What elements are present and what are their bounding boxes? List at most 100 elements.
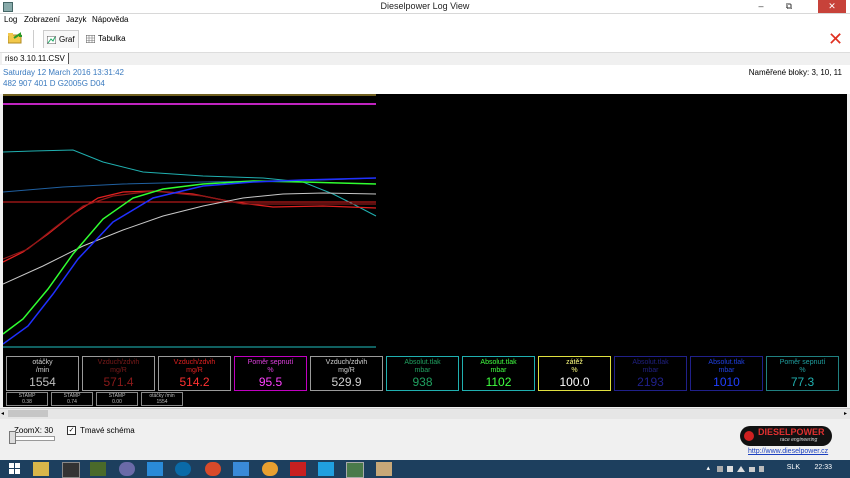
file-tab[interactable]: riso 3.10.11.CSV — [2, 53, 69, 64]
toolbar-separator — [33, 30, 34, 48]
scrollbar-thumb[interactable] — [8, 410, 48, 417]
table-icon — [86, 34, 95, 43]
gauge-unit: mg/R — [338, 367, 355, 374]
menu-jazyk[interactable]: Jazyk — [66, 15, 86, 24]
scroll-right-arrow-icon[interactable]: ▸ — [844, 410, 847, 417]
mini-gauge-value: 0.00 — [112, 399, 122, 405]
tab-graf-label: Graf — [59, 35, 75, 44]
zoom-label: ZoomX: 30 — [14, 426, 54, 435]
open-folder-button[interactable] — [7, 32, 22, 44]
gauge-label: Absolut.tlak — [632, 359, 669, 366]
logo-sub-text: race engineering — [780, 437, 818, 443]
close-file-button[interactable]: ✕ — [828, 29, 843, 49]
gauge-vzduch-zdvih-2[interactable]: Vzduch/zdvih mg/R 514.2 — [158, 356, 231, 391]
tray-clock[interactable]: 22:33 — [814, 464, 832, 471]
toolbar: Graf Tabulka ✕ — [0, 26, 850, 53]
zoom-slider-thumb[interactable] — [9, 431, 16, 444]
dieselpower-taskbar-icon[interactable] — [346, 462, 364, 478]
app-taskbar-icon-2[interactable] — [90, 462, 106, 476]
website-link[interactable]: http://www.dieselpower.cz — [748, 448, 828, 455]
gauge-unit: /min — [35, 367, 50, 374]
app-taskbar-icon-5[interactable] — [233, 462, 249, 476]
gauge-unit: % — [799, 367, 806, 374]
gauge-value: 95.5 — [258, 375, 283, 389]
gauge-value: 529.9 — [331, 375, 362, 389]
dark-scheme-label: Tmavé schéma — [80, 426, 135, 435]
gauge-vzduch-zdvih-3[interactable]: Vzduch/zdvih mg/R 529.9 — [310, 356, 383, 391]
app-taskbar-icon-6[interactable] — [262, 462, 278, 476]
tab-tabulka[interactable]: Tabulka — [83, 30, 129, 47]
gauge-value: 100.0 — [559, 375, 590, 389]
measured-blocks: Naměřené bloky: 3, 10, 11 — [748, 68, 842, 77]
graph-area[interactable]: otáčky /min 1554 Vzduch/zdvih mg/R 571.4… — [3, 94, 847, 407]
gauge-value: 1102 — [485, 375, 512, 389]
gauge-label: Vzduch/zdvih — [325, 359, 368, 366]
menu-log[interactable]: Log — [4, 15, 17, 24]
gauge-unit: mg/R — [186, 367, 203, 374]
gauge-zatez[interactable]: zátěž % 100.0 — [538, 356, 611, 391]
system-tray-icons[interactable] — [717, 465, 765, 473]
gauge-value: 514.2 — [179, 375, 210, 389]
gauge-label: Absolut.tlak — [708, 359, 745, 366]
mini-gauge-stamp-3[interactable]: STAMP 0.00 — [96, 392, 138, 406]
bottom-panel: ZoomX: 30 ✓ Tmavé schéma DIESELPOWER rac… — [0, 419, 850, 460]
app-taskbar-icon-3[interactable] — [119, 462, 135, 476]
chart-icon — [47, 35, 56, 44]
gauge-vzduch-zdvih-1[interactable]: Vzduch/zdvih mg/R 571.4 — [82, 356, 155, 391]
gauge-value: 1010 — [713, 375, 740, 389]
dieselpower-logo: DIESELPOWER race engineering — [740, 426, 832, 446]
gauge-absolut-tlak-4[interactable]: Absolut.tlak mbar 1010 — [690, 356, 763, 391]
mini-gauge-stamp-2[interactable]: STAMP 0.74 — [51, 392, 93, 406]
mini-gauge-otacky[interactable]: otáčky /min 1554 — [141, 392, 183, 406]
gauge-value: 1554 — [29, 375, 56, 389]
taskbar: ▴ SLK 22:33 — [0, 460, 850, 478]
vehicle-info: 482 907 401 D G2005G D04 — [3, 79, 105, 88]
gauge-unit: mbar — [414, 367, 431, 374]
menu-zobrazeni[interactable]: Zobrazení — [24, 15, 60, 24]
mini-gauge-stamp-1[interactable]: STAMP 0.38 — [6, 392, 48, 406]
horizontal-scrollbar[interactable]: ◂ ▸ — [0, 408, 850, 419]
gauge-label: Vzduch/zdvih — [97, 359, 140, 366]
gauge-absolut-tlak-1[interactable]: Absolut.tlak mbar 938 — [386, 356, 459, 391]
minimize-button[interactable]: – — [750, 0, 772, 13]
gauge-value: 2193 — [637, 375, 664, 389]
app-taskbar-icon-7[interactable] — [290, 462, 306, 476]
close-window-button[interactable]: ✕ — [818, 0, 846, 13]
app-taskbar-icon-8[interactable] — [376, 462, 392, 476]
series-darkred-line — [3, 190, 376, 260]
app-taskbar-icon-1[interactable] — [62, 462, 80, 478]
gauge-label: Absolut.tlak — [404, 359, 441, 366]
gauge-pomer-sepnuti-1[interactable]: Poměr sepnutí % 95.5 — [234, 356, 307, 391]
scroll-left-arrow-icon[interactable]: ◂ — [1, 410, 4, 417]
gauge-otacky[interactable]: otáčky /min 1554 — [6, 356, 79, 391]
tab-graf[interactable]: Graf — [43, 30, 79, 48]
app-taskbar-icon-4[interactable] — [147, 462, 163, 476]
gauge-label: Poměr sepnutí — [779, 359, 826, 366]
start-button[interactable] — [8, 462, 24, 476]
gauge-absolut-tlak-3[interactable]: Absolut.tlak mbar 2193 — [614, 356, 687, 391]
log-date: Saturday 12 March 2016 13:31:42 — [3, 68, 124, 77]
gauge-value: 77.3 — [790, 375, 815, 389]
skype-taskbar-icon[interactable] — [318, 462, 334, 476]
gauge-label: Absolut.tlak — [480, 359, 517, 366]
dark-scheme-checkbox[interactable]: ✓ — [67, 426, 76, 435]
menu-napoveda[interactable]: Nápověda — [92, 15, 128, 24]
hp-taskbar-icon[interactable] — [175, 462, 191, 476]
title-bar: Dieselpower Log View – ⧉ ✕ — [0, 0, 850, 14]
mini-gauge-value: 1554 — [156, 399, 168, 405]
gauge-pomer-sepnuti-2[interactable]: Poměr sepnutí % 77.3 — [766, 356, 839, 391]
gauge-absolut-tlak-2[interactable]: Absolut.tlak mbar 1102 — [462, 356, 535, 391]
mini-gauge-value: 0.38 — [22, 399, 32, 405]
gauge-value: 571.4 — [103, 375, 134, 389]
maximize-button[interactable]: ⧉ — [778, 0, 800, 13]
tray-icons — [717, 466, 764, 472]
logo-main-text: DIESELPOWER — [758, 427, 825, 437]
chrome-taskbar-icon[interactable] — [205, 462, 221, 476]
gauge-unit: mbar — [642, 367, 659, 374]
tray-language[interactable]: SLK — [787, 464, 800, 471]
tray-expand-icon[interactable]: ▴ — [706, 464, 710, 472]
info-bar: Saturday 12 March 2016 13:31:42 482 907 … — [0, 65, 850, 94]
folder-icon — [7, 32, 22, 44]
explorer-taskbar-icon[interactable] — [33, 462, 49, 476]
gauge-label: Poměr sepnutí — [247, 359, 294, 366]
